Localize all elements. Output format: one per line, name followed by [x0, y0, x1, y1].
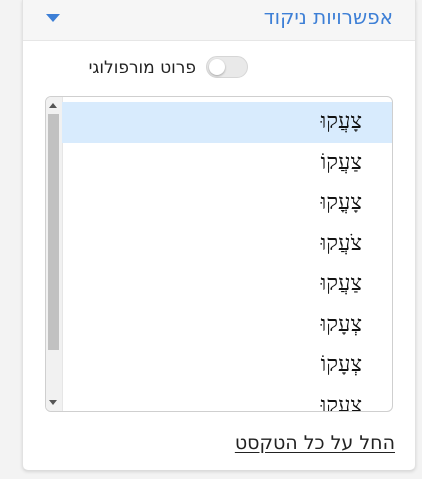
- list-item[interactable]: צְעָקוֹ: [62, 345, 392, 386]
- list-item[interactable]: צָעֲקוּ: [62, 102, 392, 143]
- nikud-options-panel: אפשרויות ניקוד פרוט מורפולוגי צָעֲקוּ צַ…: [22, 0, 416, 471]
- nikud-options-list[interactable]: צָעֲקוּ צַעֲקוֹ צָעֳקוּ צֹעֲקוּ צַעֲקוּ …: [45, 96, 393, 412]
- list-item[interactable]: צַעֲקוּ: [62, 264, 392, 305]
- caret-down-icon[interactable]: [45, 13, 61, 23]
- list-item[interactable]: צַעֲקוֹ: [62, 143, 392, 184]
- scroll-thumb[interactable]: [48, 114, 59, 350]
- list-item[interactable]: צָעֳקוּ: [62, 183, 392, 224]
- options-container: צָעֲקוּ צַעֲקוֹ צָעֳקוּ צֹעֲקוּ צַעֲקוּ …: [62, 102, 392, 412]
- list-scrollbar[interactable]: [46, 97, 63, 411]
- toggle-knob: [209, 59, 225, 75]
- panel-header[interactable]: אפשרויות ניקוד: [23, 0, 415, 41]
- morphology-toggle[interactable]: [206, 56, 248, 78]
- scroll-up-arrow-icon[interactable]: [49, 103, 57, 108]
- scroll-down-arrow-icon[interactable]: [49, 400, 57, 405]
- list-item[interactable]: צְעָקוּ: [62, 305, 392, 346]
- list-item[interactable]: צִעֲקוּ: [62, 386, 392, 412]
- list-item[interactable]: צֹעֲקוּ: [62, 224, 392, 265]
- panel-title: אפשרויות ניקוד: [263, 5, 393, 29]
- morphology-toggle-label: פרוט מורפולוגי: [88, 58, 196, 78]
- apply-to-all-text-link[interactable]: החל על כל הטקסט: [235, 432, 395, 454]
